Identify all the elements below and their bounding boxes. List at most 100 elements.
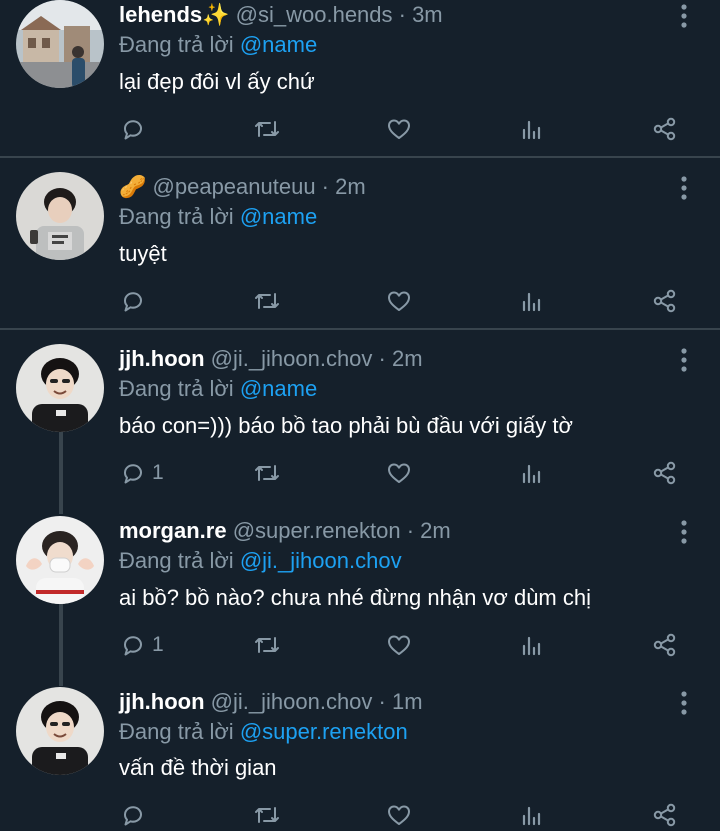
tweet-header: jjh.hoon @ji._jihoon.chov · 1m — [119, 687, 423, 717]
stats-icon — [522, 292, 541, 312]
reply-button[interactable]: 1 — [120, 630, 164, 660]
like-button[interactable] — [386, 286, 412, 316]
share-button[interactable] — [652, 458, 678, 488]
reply-button[interactable] — [120, 286, 152, 316]
avatar[interactable] — [16, 0, 104, 88]
tweet[interactable]: 🥜 @peapeanuteuu · 2m Đang trả lời @name … — [0, 172, 720, 328]
stats-button[interactable] — [519, 114, 545, 144]
replying-to: Đang trả lời @super.renekton — [119, 717, 408, 747]
mention-link[interactable]: @name — [240, 376, 317, 401]
share-button[interactable] — [652, 114, 678, 144]
reply-button[interactable]: 1 — [120, 458, 164, 488]
more-icon[interactable] — [672, 518, 696, 546]
like-icon — [388, 291, 410, 311]
replying-to: Đang trả lời @ji._jihoon.chov — [119, 546, 402, 576]
share-button[interactable] — [652, 800, 678, 830]
tweet-text: ai bồ? bồ nào? chưa nhé đừng nhận vơ dùm… — [119, 585, 591, 610]
retweet-icon — [255, 121, 279, 137]
replying-to-label: Đang trả lời — [119, 719, 234, 744]
like-button[interactable] — [386, 114, 412, 144]
retweet-icon — [255, 465, 279, 481]
display-name[interactable]: lehends✨ — [119, 2, 230, 27]
handle-and-time: @ji._jihoon.chov · 1m — [210, 689, 423, 714]
tweet-text: tuyệt — [119, 241, 167, 266]
replying-to: Đang trả lời @name — [119, 374, 317, 404]
like-button[interactable] — [386, 630, 412, 660]
display-name[interactable]: jjh.hoon — [119, 689, 205, 714]
avatar[interactable] — [16, 516, 104, 604]
like-button[interactable] — [386, 800, 412, 830]
tweet-header: lehends✨ @si_woo.hends · 3m — [119, 0, 443, 30]
tweet[interactable]: jjh.hoon @ji._jihoon.chov · 2m Đang trả … — [0, 344, 720, 504]
share-button[interactable] — [652, 630, 678, 660]
stats-icon — [522, 806, 541, 826]
stats-button[interactable] — [519, 286, 545, 316]
display-name[interactable]: 🥜 — [119, 174, 146, 199]
replying-to: Đang trả lời @name — [119, 202, 317, 232]
handle-and-time: @peapeanuteuu · 2m — [152, 174, 366, 199]
share-icon — [653, 633, 676, 657]
stats-button[interactable] — [519, 458, 545, 488]
retweet-button[interactable] — [252, 114, 282, 144]
tweet-header: 🥜 @peapeanuteuu · 2m — [119, 172, 366, 202]
reply-button[interactable] — [120, 114, 152, 144]
reply-button[interactable] — [120, 800, 152, 830]
stats-button[interactable] — [519, 630, 545, 660]
reply-icon — [123, 464, 142, 484]
replying-to: Đang trả lời @name — [119, 30, 317, 60]
retweet-icon — [255, 637, 279, 653]
avatar[interactable] — [16, 172, 104, 260]
retweet-icon — [255, 293, 279, 309]
reply-count: 1 — [152, 461, 164, 484]
avatar[interactable] — [16, 687, 104, 775]
mention-link[interactable]: @name — [240, 204, 317, 229]
mention-link[interactable]: @super.renekton — [240, 719, 408, 744]
tweet[interactable]: morgan.re @super.renekton · 2m Đang trả … — [0, 516, 720, 676]
like-icon — [388, 119, 410, 139]
replying-to-label: Đang trả lời — [119, 548, 234, 573]
tweet-feed: lehends✨ @si_woo.hends · 3m Đang trả lời… — [0, 0, 720, 831]
retweet-icon — [255, 807, 279, 823]
more-icon[interactable] — [672, 689, 696, 717]
stats-icon — [522, 636, 541, 656]
retweet-button[interactable] — [252, 800, 282, 830]
more-icon[interactable] — [672, 2, 696, 30]
reply-icon — [123, 120, 142, 140]
retweet-button[interactable] — [252, 630, 282, 660]
share-button[interactable] — [652, 286, 678, 316]
tweet-header: jjh.hoon @ji._jihoon.chov · 2m — [119, 344, 423, 374]
handle-and-time: @ji._jihoon.chov · 2m — [210, 346, 423, 371]
replying-to-label: Đang trả lời — [119, 32, 234, 57]
retweet-button[interactable] — [252, 458, 282, 488]
divider — [0, 328, 720, 330]
share-icon — [653, 803, 676, 827]
display-name[interactable]: jjh.hoon — [119, 346, 205, 371]
avatar[interactable] — [16, 344, 104, 432]
replying-to-label: Đang trả lời — [119, 376, 234, 401]
reply-count: 1 — [152, 633, 164, 656]
share-icon — [653, 461, 676, 485]
more-icon[interactable] — [672, 174, 696, 202]
share-icon — [653, 289, 676, 313]
like-icon — [388, 463, 410, 483]
like-icon — [388, 635, 410, 655]
retweet-button[interactable] — [252, 286, 282, 316]
more-icon[interactable] — [672, 346, 696, 374]
replying-to-label: Đang trả lời — [119, 204, 234, 229]
tweet-header: morgan.re @super.renekton · 2m — [119, 516, 451, 546]
reply-icon — [123, 292, 142, 312]
tweet-text: lại đẹp đôi vl ấy chứ — [119, 69, 315, 94]
divider — [0, 156, 720, 158]
mention-link[interactable]: @name — [240, 32, 317, 57]
tweet[interactable]: jjh.hoon @ji._jihoon.chov · 1m Đang trả … — [0, 687, 720, 831]
reply-icon — [123, 806, 142, 826]
handle-and-time: @si_woo.hends · 3m — [235, 2, 443, 27]
tweet[interactable]: lehends✨ @si_woo.hends · 3m Đang trả lời… — [0, 0, 720, 156]
display-name[interactable]: morgan.re — [119, 518, 227, 543]
stats-icon — [522, 464, 541, 484]
mention-link[interactable]: @ji._jihoon.chov — [240, 548, 402, 573]
like-button[interactable] — [386, 458, 412, 488]
handle-and-time: @super.renekton · 2m — [232, 518, 451, 543]
stats-icon — [522, 120, 541, 140]
stats-button[interactable] — [519, 800, 545, 830]
